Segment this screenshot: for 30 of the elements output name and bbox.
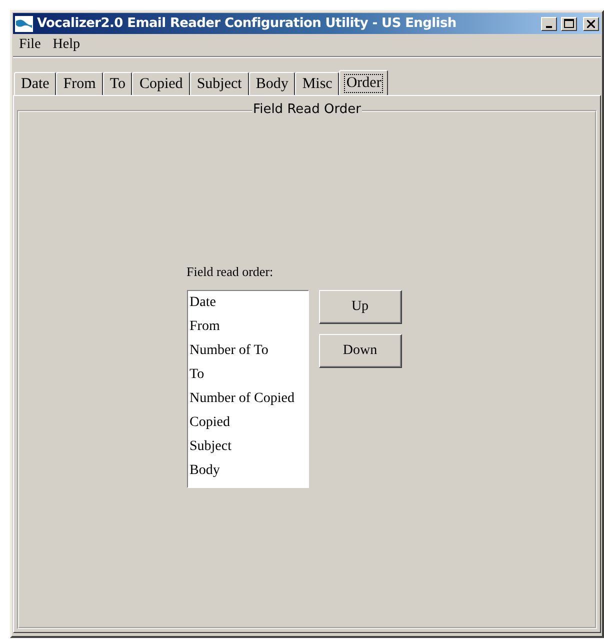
tab[interactable]: From <box>56 72 103 95</box>
list-label: Field read order: <box>186 264 274 280</box>
tab[interactable]: Copied <box>132 72 190 95</box>
list-item[interactable]: Copied <box>190 415 308 439</box>
list-item[interactable]: Number of To <box>190 343 308 367</box>
list-item[interactable]: Number of Copied <box>190 391 308 415</box>
move-button[interactable]: Up <box>318 290 402 324</box>
close-button[interactable] <box>583 16 599 30</box>
field-list[interactable]: Date From Number of To To Number of Copied Copied Subject Body <box>186 290 308 488</box>
close-icon <box>587 20 595 28</box>
window-title: Vocalizer2.0 Email Reader Configuration Utility - US English <box>37 16 458 31</box>
maximize-icon <box>564 19 574 28</box>
tab[interactable]: Body <box>248 72 296 95</box>
app-logo-icon <box>15 16 33 32</box>
list-item[interactable]: Subject <box>190 439 308 463</box>
menu-item[interactable]: File <box>19 37 41 53</box>
list-item[interactable]: From <box>190 319 308 343</box>
tab[interactable]: Date <box>14 72 56 95</box>
minimize-icon <box>546 26 552 28</box>
maximize-button[interactable] <box>561 16 577 30</box>
list-item[interactable]: To <box>190 367 308 391</box>
move-button[interactable]: Down <box>318 334 402 368</box>
menu-item[interactable]: Help <box>52 37 80 53</box>
tab[interactable]: Order <box>339 70 388 95</box>
tab[interactable]: Misc <box>295 72 340 95</box>
list-item[interactable]: Date <box>190 295 308 319</box>
list-item[interactable]: Body <box>190 463 308 487</box>
minimize-button[interactable] <box>541 16 557 30</box>
tab[interactable]: To <box>102 72 132 95</box>
tab[interactable]: Subject <box>190 72 249 95</box>
